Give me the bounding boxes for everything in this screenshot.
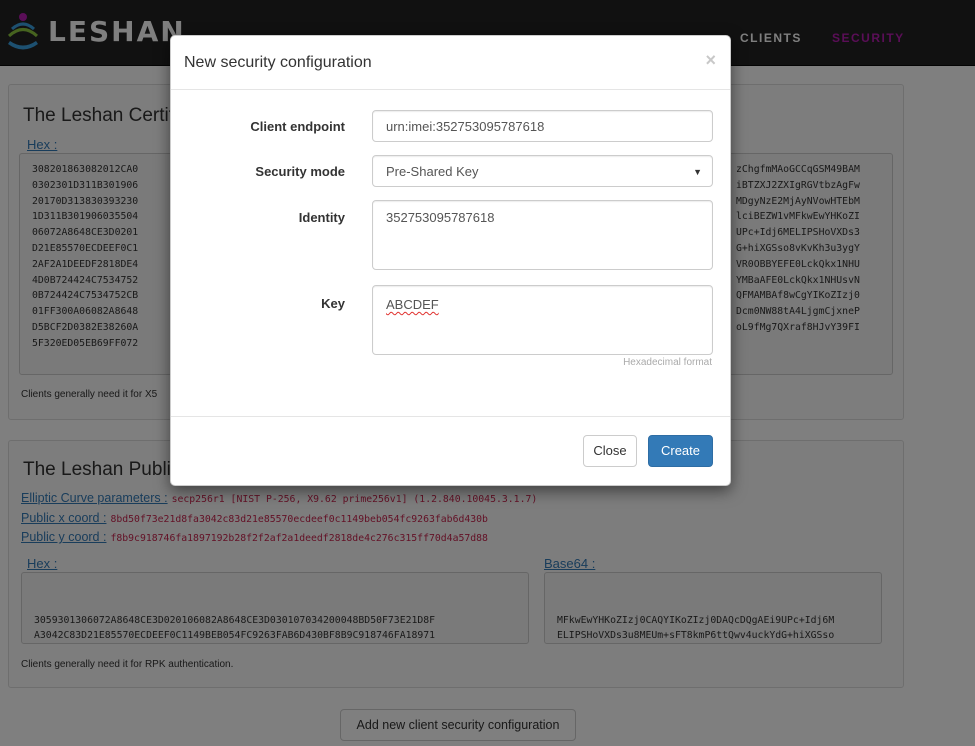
new-security-config-modal: New security configuration × Client endp… [170, 35, 731, 486]
modal-footer: Close Create [171, 416, 730, 486]
security-mode-label: Security mode [255, 164, 345, 179]
endpoint-input-value: urn:imei:352753095787618 [386, 119, 545, 134]
identity-value: 352753095787618 [386, 210, 495, 225]
dropdown-arrow-icon: ▼ [693, 167, 702, 177]
close-icon[interactable]: × [705, 50, 716, 71]
identity-label: Identity [298, 210, 345, 225]
key-value: ABCDEF [386, 297, 439, 312]
security-mode-value: Pre-Shared Key [386, 164, 479, 179]
create-button[interactable]: Create [648, 435, 713, 467]
key-help-text: Hexadecimal format [623, 357, 712, 368]
key-textarea[interactable]: ABCDEF [372, 285, 713, 355]
close-button[interactable]: Close [583, 435, 637, 467]
modal-title: New security configuration [184, 54, 372, 71]
endpoint-label: Client endpoint [250, 119, 345, 134]
identity-textarea[interactable]: 352753095787618 [372, 200, 713, 270]
security-mode-select[interactable]: Pre-Shared Key ▼ [372, 155, 713, 187]
endpoint-input[interactable]: urn:imei:352753095787618 [372, 110, 713, 142]
modal-header: New security configuration × [171, 36, 730, 90]
key-label: Key [321, 296, 345, 311]
